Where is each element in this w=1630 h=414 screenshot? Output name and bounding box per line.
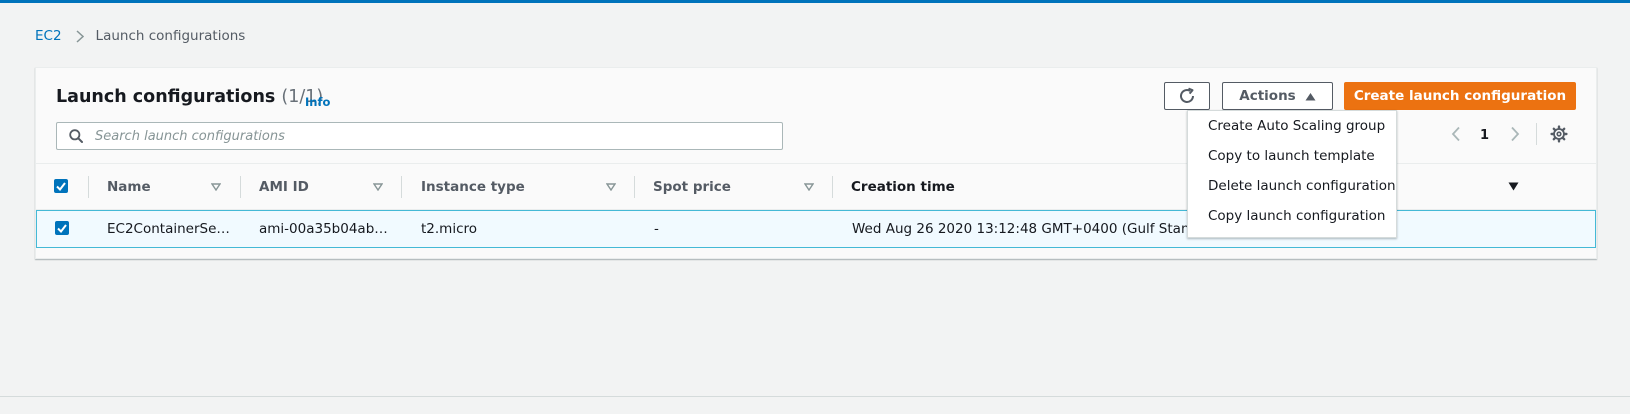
info-link[interactable]: Info <box>305 95 330 109</box>
menu-item-copy-to-launch-template[interactable]: Copy to launch template <box>1188 141 1396 171</box>
panel-title-text: Launch configurations <box>56 87 276 107</box>
cell-ami-id: ami-00a35b04ab… <box>259 221 388 237</box>
actions-dropdown-menu: Create Auto Scaling group Copy to launch… <box>1187 110 1397 238</box>
menu-item-delete-launch-configuration[interactable]: Delete launch configuration <box>1188 171 1396 201</box>
column-header-ami-id[interactable]: AMI ID <box>259 164 309 209</box>
column-header-name[interactable]: Name <box>107 164 151 209</box>
menu-item-copy-launch-configuration[interactable]: Copy launch configuration <box>1188 201 1396 231</box>
column-header-label: Creation time <box>851 178 955 195</box>
search-input[interactable] <box>93 127 757 145</box>
search-field[interactable] <box>56 122 783 150</box>
column-header-label: Instance type <box>421 178 525 195</box>
column-header-creation-time[interactable]: Creation time <box>851 164 955 209</box>
column-divider <box>634 176 635 198</box>
search-icon <box>69 129 83 143</box>
actions-button[interactable]: Actions <box>1222 82 1333 110</box>
column-header-instance-type[interactable]: Instance type <box>421 164 525 209</box>
menu-item-create-auto-scaling-group[interactable]: Create Auto Scaling group <box>1188 111 1396 141</box>
column-header-label: Name <box>107 178 151 195</box>
cell-name[interactable]: EC2ContainerSe… <box>107 211 232 247</box>
gear-icon[interactable] <box>1550 125 1568 143</box>
column-header-label: Spot price <box>653 178 731 195</box>
refresh-button[interactable] <box>1164 82 1210 110</box>
select-all-checkbox[interactable] <box>54 179 68 193</box>
column-header-spot-price[interactable]: Spot price <box>653 164 731 209</box>
breadcrumb-ec2-link[interactable]: EC2 <box>35 28 62 44</box>
cell-spot-price: - <box>654 221 659 237</box>
sort-icon[interactable] <box>804 164 814 209</box>
actions-label: Actions <box>1239 88 1296 104</box>
pagination-next-icon[interactable] <box>1510 126 1520 142</box>
breadcrumb-current: Launch configurations <box>95 28 246 44</box>
top-accent-bar <box>0 0 1630 3</box>
chevron-right-icon <box>76 29 84 43</box>
sort-descending-icon[interactable] <box>1508 164 1519 209</box>
cell-instance-type: t2.micro <box>421 221 478 237</box>
sort-icon[interactable] <box>606 164 616 209</box>
column-header-label: AMI ID <box>259 178 309 195</box>
sort-icon[interactable] <box>211 164 221 209</box>
breadcrumb: EC2 Launch configurations <box>35 28 245 44</box>
pagination-previous-icon[interactable] <box>1451 126 1461 142</box>
column-divider <box>240 176 241 198</box>
refresh-icon <box>1178 87 1196 105</box>
sort-icon[interactable] <box>373 164 383 209</box>
column-divider <box>401 176 402 198</box>
footer-divider <box>0 396 1630 397</box>
pagination-current-page[interactable]: 1 <box>1480 128 1489 143</box>
panel-title: Launch configurations (1/1) <box>56 87 323 107</box>
pagination-divider <box>1536 123 1537 145</box>
column-divider <box>832 176 833 198</box>
create-launch-configuration-button[interactable]: Create launch configuration <box>1344 82 1576 110</box>
column-divider <box>88 176 89 198</box>
caret-up-icon <box>1305 92 1316 101</box>
row-checkbox[interactable] <box>55 221 69 235</box>
